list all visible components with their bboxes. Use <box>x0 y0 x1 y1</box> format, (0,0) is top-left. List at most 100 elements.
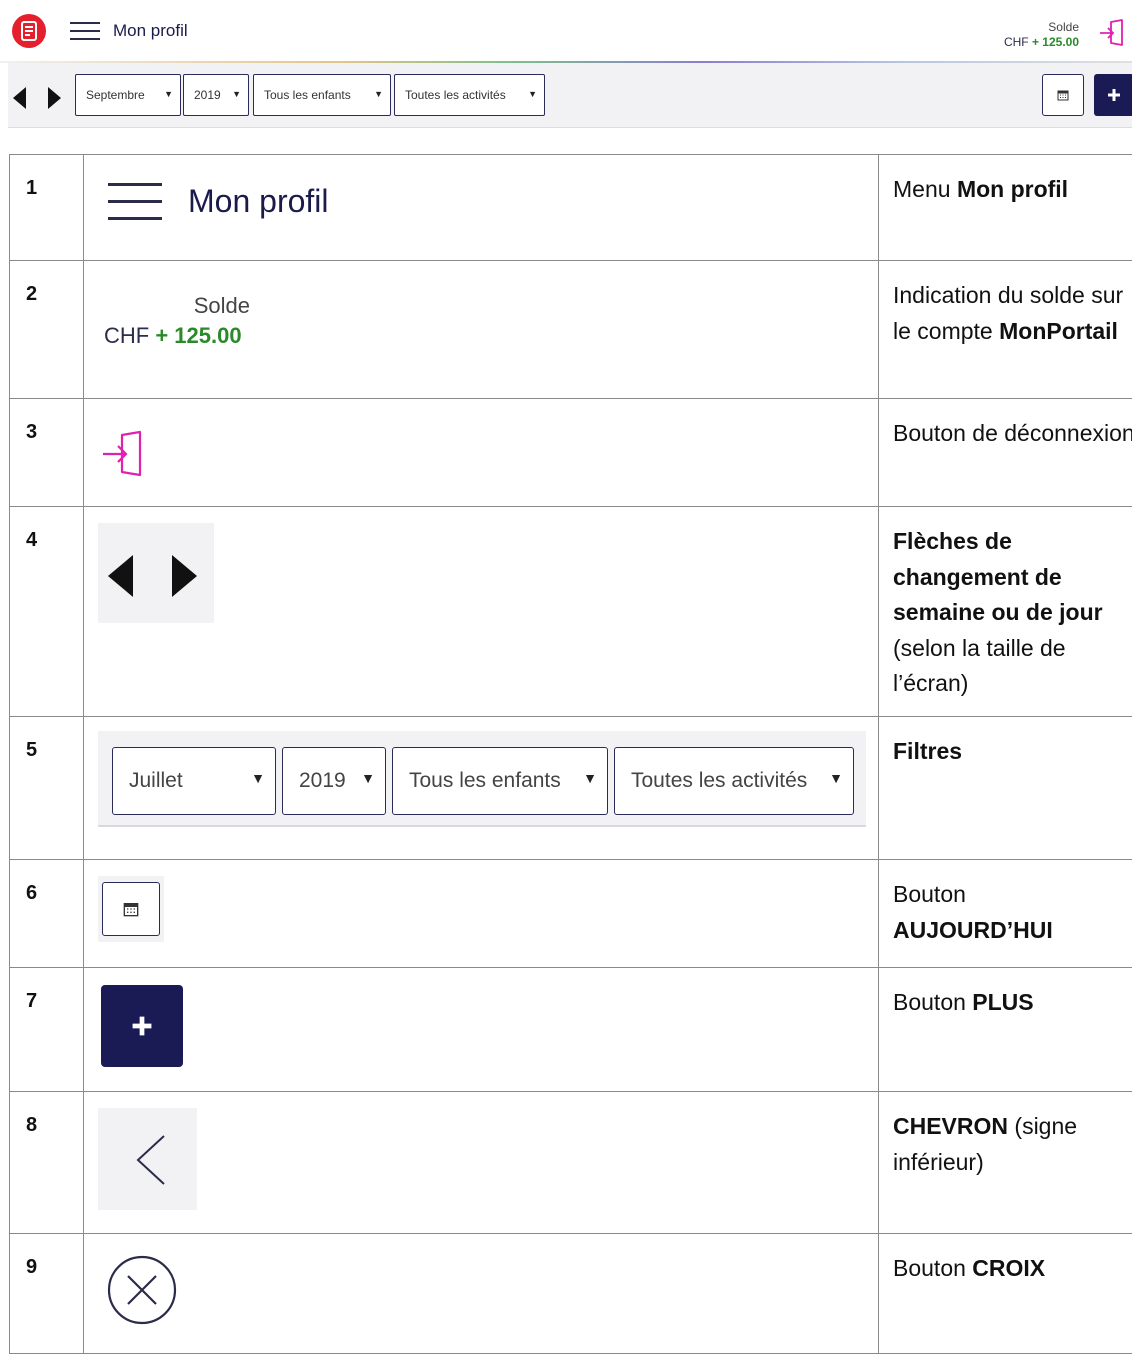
activities-select-value: Toutes les activités <box>405 88 506 102</box>
balance-sample: Solde CHF + 125.00 <box>104 291 254 351</box>
triangle-right-icon[interactable] <box>48 87 61 109</box>
row-number: 4 <box>10 507 84 717</box>
row-visual <box>84 968 879 1092</box>
desc-bold: CHEVRON <box>893 1113 1008 1139</box>
caret-down-icon: ▼ <box>164 89 173 99</box>
caret-down-icon: ▼ <box>829 770 843 786</box>
row-visual: Solde CHF + 125.00 <box>84 261 879 399</box>
row-description: CHEVRON (signe inférieur) <box>879 1092 1132 1234</box>
activities-select: Toutes les activités▼ <box>614 747 854 815</box>
legend-row: 1 Mon profil Menu Mon profil <box>10 155 1132 261</box>
triangle-left-icon[interactable] <box>13 87 26 109</box>
row-description: Flèches de changement de semaine ou de j… <box>879 507 1132 717</box>
row-number: 2 <box>10 261 84 399</box>
month-select-value: Juillet <box>129 769 183 793</box>
year-select[interactable]: 2019 ▼ <box>183 74 249 116</box>
legend-row: 9 Bouton CROIX <box>10 1234 1132 1354</box>
children-select: Tous les enfants▼ <box>392 747 608 815</box>
chevron-left-icon <box>98 1108 197 1210</box>
triangle-left-icon <box>108 555 133 597</box>
toolbar: Septembre ▼ 2019 ▼ Tous les enfants ▼ Toute… <box>8 63 1132 128</box>
row-number: 1 <box>10 155 84 261</box>
month-select-value: Septembre <box>86 88 145 102</box>
legend-row: 4 Flèches de changement de semaine ou de… <box>10 507 1132 717</box>
row-visual <box>84 1234 879 1354</box>
desc-text: Bouton de déconnexion <box>893 420 1132 446</box>
calendar-icon <box>1057 89 1069 101</box>
legend-row: 5 Juillet▼ 2019▼ Tous les enfants▼ Toute… <box>10 717 1132 860</box>
row-description: Filtres <box>879 717 1132 860</box>
row-visual <box>84 860 879 968</box>
year-select-value: 2019 <box>299 769 346 793</box>
balance-value: CHF + 125.00 <box>1004 35 1079 49</box>
calendar-phone-logo-icon <box>12 14 46 48</box>
plus-button[interactable] <box>1094 74 1132 116</box>
desc-text: Bouton <box>893 989 972 1015</box>
logout-door-icon <box>100 429 152 484</box>
calendar-icon <box>123 901 139 917</box>
caret-down-icon: ▼ <box>232 89 241 99</box>
balance-indicator: Solde CHF + 125.00 <box>1004 20 1079 50</box>
balance-label: Solde <box>104 291 254 321</box>
balance-amount: + 125.00 <box>1032 35 1079 49</box>
activities-select[interactable]: Toutes les activités ▼ <box>394 74 545 116</box>
legend-row: 3 Bouton de déconnexion <box>10 399 1132 507</box>
row-number: 9 <box>10 1234 84 1354</box>
today-button-sample <box>98 876 164 942</box>
row-number: 8 <box>10 1092 84 1234</box>
filters-sample: Juillet▼ 2019▼ Tous les enfants▼ Toutes … <box>98 731 866 827</box>
desc-bold: PLUS <box>972 989 1033 1015</box>
caret-down-icon: ▼ <box>528 89 537 99</box>
desc-bold: MonPortail <box>999 318 1118 344</box>
row-number: 7 <box>10 968 84 1092</box>
children-select-value: Tous les enfants <box>264 88 351 102</box>
plus-icon <box>131 1015 153 1037</box>
row-description: Bouton PLUS <box>879 968 1132 1092</box>
row-visual <box>84 507 879 717</box>
today-button[interactable] <box>1042 74 1084 116</box>
arrows-sample <box>98 523 214 623</box>
legend-row: 7 Bouton PLUS <box>10 968 1132 1092</box>
year-select: 2019 ▼ <box>282 747 386 815</box>
children-select[interactable]: Tous les enfants ▼ <box>253 74 391 116</box>
balance-amount: + 125.00 <box>155 323 241 348</box>
desc-text: Menu <box>893 176 957 202</box>
row-number: 3 <box>10 399 84 507</box>
caret-down-icon: ▼ <box>251 770 265 786</box>
menu-title-sample: Mon profil <box>188 183 329 220</box>
plus-button <box>101 985 183 1067</box>
legend-row: 6 Bouton AUJOURD’HUI <box>10 860 1132 968</box>
row-visual <box>84 1092 879 1234</box>
row-visual <box>84 399 879 507</box>
close-circle-icon <box>104 1252 184 1337</box>
children-select-value: Tous les enfants <box>409 769 561 793</box>
today-button <box>102 882 160 936</box>
hamburger-icon <box>108 183 162 219</box>
row-description: Bouton AUJOURD’HUI <box>879 860 1132 968</box>
row-description: Menu Mon profil <box>879 155 1132 261</box>
row-number: 6 <box>10 860 84 968</box>
month-select: Juillet ▼ <box>112 747 276 815</box>
chevron-sample <box>98 1108 197 1210</box>
desc-text: (selon la taille de l’écran) <box>893 635 1066 697</box>
balance-label: Solde <box>1004 20 1079 35</box>
page-title: Mon profil <box>113 21 188 41</box>
row-description: Bouton de déconnexion <box>879 399 1132 507</box>
balance-currency: CHF <box>1004 35 1029 49</box>
month-select[interactable]: Septembre ▼ <box>75 74 181 116</box>
row-number: 5 <box>10 717 84 860</box>
balance-currency: CHF <box>104 323 149 348</box>
legend-row: 2 Solde CHF + 125.00 Indication du solde… <box>10 261 1132 399</box>
desc-bold: Filtres <box>893 738 962 764</box>
desc-bold: AUJOURD’HUI <box>893 917 1053 943</box>
plus-icon <box>1107 88 1121 102</box>
year-select-value: 2019 <box>194 88 221 102</box>
app-header: Mon profil Solde CHF + 125.00 <box>0 0 1132 62</box>
desc-text: Bouton <box>893 881 966 907</box>
desc-text: Bouton <box>893 1255 972 1281</box>
caret-down-icon: ▼ <box>374 89 383 99</box>
caret-down-icon: ▼ <box>361 770 375 786</box>
logout-door-icon[interactable] <box>1098 18 1128 48</box>
hamburger-icon[interactable] <box>70 22 100 42</box>
triangle-right-icon <box>172 555 197 597</box>
